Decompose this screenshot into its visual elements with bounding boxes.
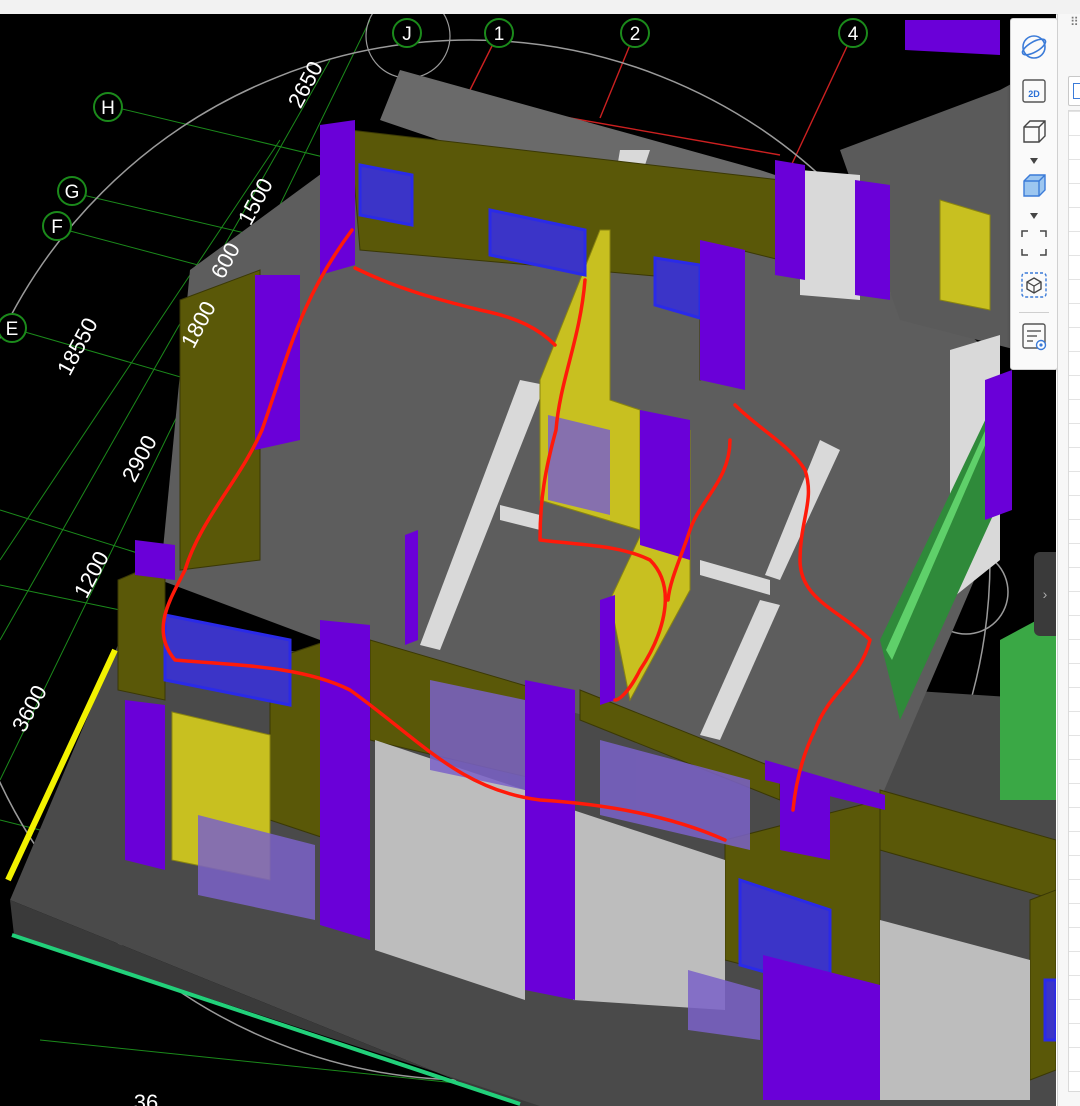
properties-button[interactable] (1016, 321, 1052, 353)
view-mode-dropdown[interactable] (1029, 157, 1039, 165)
axis-label-e: E (6, 319, 19, 340)
axis-label-g: G (65, 182, 80, 203)
properties-icon (1022, 323, 1047, 351)
dimension-1200: 1200 (69, 547, 114, 602)
dimension-2650: 2650 (283, 57, 328, 112)
dimension-3600: 3600 (7, 681, 52, 736)
building-model-canvas[interactable]: J 1 2 4 H G F E 2650 1500 600 1800 18550… (0, 14, 1056, 1106)
dimension-18550: 18550 (52, 314, 103, 380)
axis-label-1: 1 (494, 24, 505, 45)
properties-grid[interactable] (1068, 110, 1080, 1092)
render-mode-dropdown[interactable] (1029, 212, 1039, 220)
dimension-2900: 2900 (117, 431, 162, 486)
isolate-object-button[interactable] (1016, 269, 1052, 301)
axis-label-j: J (402, 24, 412, 45)
axis-label-h: H (101, 98, 115, 119)
axis-label-f: F (51, 217, 63, 238)
dimension-36: 36 (134, 1090, 158, 1106)
right-side-panel: ⠿ (1057, 14, 1080, 1106)
toolbar-divider (1019, 312, 1049, 313)
orbit-button[interactable] (1016, 31, 1052, 63)
svg-text:2D: 2D (1028, 89, 1040, 99)
panel-grip-icon[interactable]: ⠿ (1070, 16, 1079, 28)
document-icon (1073, 83, 1080, 99)
solid-box-icon (1023, 174, 1046, 197)
3d-model-viewport[interactable]: J 1 2 4 H G F E 2650 1500 600 1800 18550… (0, 14, 1056, 1106)
view-toolbar: 2D (1010, 18, 1058, 370)
caret-down-icon (1030, 213, 1038, 219)
chevron-right-icon: › (1042, 586, 1048, 602)
wireframe-view-button[interactable] (1016, 117, 1052, 149)
panel-tab[interactable] (1068, 76, 1080, 106)
view-2d-button[interactable]: 2D (1016, 75, 1052, 107)
orbit-icon (1021, 35, 1047, 59)
wireframe-box-icon (1023, 120, 1046, 143)
expand-panel-handle[interactable]: › (1034, 552, 1056, 636)
axis-label-2: 2 (630, 24, 641, 45)
zoom-extents-button[interactable] (1016, 227, 1052, 259)
view-2d-icon: 2D (1022, 79, 1046, 103)
isolate-object-icon (1021, 272, 1047, 298)
window-top-bar (0, 0, 1080, 15)
axis-label-4: 4 (848, 24, 859, 45)
caret-down-icon (1030, 158, 1038, 164)
zoom-extents-icon (1021, 230, 1047, 256)
solid-view-button[interactable] (1016, 171, 1052, 203)
